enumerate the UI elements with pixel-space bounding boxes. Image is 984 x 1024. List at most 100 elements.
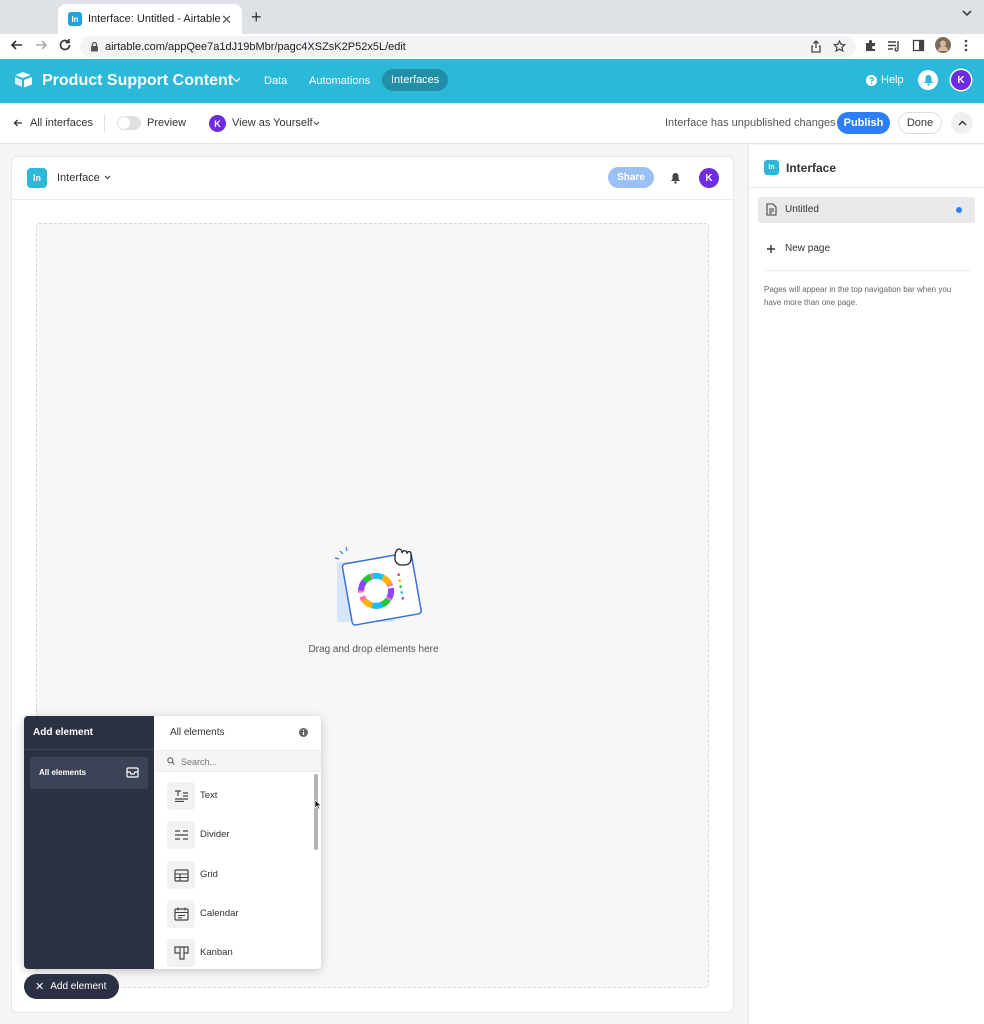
close-tab-icon[interactable]: ✕ bbox=[221, 12, 232, 28]
element-list-title: All elements bbox=[170, 727, 225, 738]
divider bbox=[764, 270, 970, 271]
bell-icon[interactable] bbox=[670, 172, 681, 184]
browser-menu-icon[interactable] bbox=[964, 39, 968, 52]
publish-button[interactable]: Publish bbox=[837, 112, 890, 134]
divider-icon bbox=[167, 821, 195, 849]
view-as-avatar: K bbox=[209, 115, 226, 132]
add-element-panel: Add element All elements All elements Te… bbox=[24, 716, 321, 969]
tab-title: Interface: Untitled - Airtable bbox=[88, 13, 221, 25]
sidebar-page-untitled[interactable]: Untitled bbox=[758, 197, 975, 223]
toolbar-divider bbox=[104, 114, 105, 133]
editor-toolbar: All interfaces Preview K View as Yoursel… bbox=[0, 103, 984, 144]
browser-tab[interactable]: In Interface: Untitled - Airtable ✕ bbox=[58, 4, 242, 34]
airtable-favicon: In bbox=[68, 12, 82, 26]
bookmark-star-icon[interactable] bbox=[833, 40, 846, 53]
collapse-button[interactable] bbox=[951, 112, 973, 134]
drop-zone-hint: Drag and drop elements here bbox=[308, 644, 439, 655]
extensions-icon[interactable] bbox=[864, 39, 877, 52]
sidebar-page-label: Untitled bbox=[785, 204, 819, 215]
new-page-button[interactable]: New page bbox=[766, 243, 830, 254]
base-name[interactable]: Product Support Content bbox=[42, 72, 233, 90]
all-interfaces-link[interactable]: All interfaces bbox=[30, 117, 93, 129]
page-title[interactable]: Interface bbox=[57, 172, 100, 184]
unpublished-status: Interface has unpublished changes bbox=[665, 117, 836, 129]
sidebar-help-text: Pages will appear in the top navigation … bbox=[764, 285, 952, 307]
new-tab-icon[interactable]: + bbox=[251, 7, 262, 28]
airtable-logo-icon[interactable] bbox=[14, 71, 34, 89]
interface-badge: In bbox=[27, 168, 47, 188]
bell-icon bbox=[923, 75, 933, 86]
done-button[interactable]: Done bbox=[898, 112, 942, 134]
search-icon bbox=[167, 757, 175, 765]
new-page-label: New page bbox=[785, 243, 831, 254]
divider bbox=[24, 749, 154, 750]
browser-tabstrip: In Interface: Untitled - Airtable ✕ + bbox=[0, 0, 984, 34]
app-header: Product Support Content Data Automations… bbox=[0, 59, 984, 103]
chevron-down-icon[interactable] bbox=[962, 9, 972, 17]
element-label: Kanban bbox=[200, 947, 233, 958]
category-label: All elements bbox=[39, 768, 87, 777]
close-icon: ✕ bbox=[35, 981, 45, 993]
kanban-icon bbox=[167, 939, 195, 967]
lock-icon bbox=[90, 41, 99, 52]
element-label: Grid bbox=[200, 869, 218, 880]
element-label: Calendar bbox=[200, 908, 239, 919]
nav-automations[interactable]: Automations bbox=[309, 75, 370, 87]
page-avatar[interactable]: K bbox=[699, 168, 719, 188]
element-grid[interactable]: Grid bbox=[155, 856, 315, 894]
element-kanban[interactable]: Kanban bbox=[155, 934, 315, 969]
calendar-icon bbox=[167, 900, 195, 928]
add-element-toggle-button[interactable]: ✕ Add element bbox=[24, 974, 119, 999]
notifications-button[interactable] bbox=[918, 70, 938, 90]
profile-avatar-icon[interactable] bbox=[935, 37, 951, 53]
back-arrow-icon[interactable] bbox=[13, 118, 23, 128]
divider bbox=[749, 187, 984, 188]
browser-address-bar: airtable.com/appQee7a1dJ19bMbr/pagc4XSZs… bbox=[0, 34, 984, 59]
element-divider[interactable]: Divider bbox=[155, 816, 315, 854]
drag-drop-illustration bbox=[333, 542, 427, 638]
chevron-up-icon bbox=[958, 120, 966, 126]
chevron-down-icon[interactable] bbox=[313, 121, 320, 126]
panel-title: Add element bbox=[33, 727, 94, 738]
text-icon bbox=[167, 782, 195, 810]
share-page-icon[interactable] bbox=[810, 40, 822, 53]
unpublished-dot bbox=[956, 207, 962, 213]
add-element-label: Add element bbox=[50, 981, 107, 992]
info-icon[interactable] bbox=[299, 728, 308, 737]
element-calendar[interactable]: Calendar bbox=[155, 895, 315, 933]
reading-list-icon[interactable] bbox=[887, 39, 901, 52]
category-all-elements[interactable]: All elements bbox=[30, 757, 148, 789]
view-as-dropdown[interactable]: View as Yourself bbox=[232, 117, 313, 129]
pages-sidebar: In Interface Untitled New page Pages wil… bbox=[748, 145, 984, 1024]
page-icon bbox=[766, 203, 777, 216]
url-text: airtable.com/appQee7a1dJ19bMbr/pagc4XSZs… bbox=[105, 40, 406, 53]
preview-toggle[interactable] bbox=[117, 116, 141, 130]
element-label: Text bbox=[200, 790, 218, 801]
side-panel-icon[interactable] bbox=[912, 39, 925, 52]
mouse-cursor-icon bbox=[314, 799, 321, 810]
inbox-icon bbox=[126, 767, 139, 778]
chevron-down-icon[interactable] bbox=[104, 175, 111, 180]
element-list-scrollbar[interactable] bbox=[314, 774, 318, 850]
url-bar[interactable]: airtable.com/appQee7a1dJ19bMbr/pagc4XSZs… bbox=[80, 36, 856, 57]
search-input[interactable] bbox=[181, 754, 311, 769]
forward-icon[interactable] bbox=[34, 38, 48, 52]
element-label: Divider bbox=[200, 829, 230, 840]
help-label: Help bbox=[881, 74, 904, 86]
back-icon[interactable] bbox=[10, 38, 24, 52]
nav-interfaces[interactable]: Interfaces bbox=[382, 69, 449, 91]
element-search bbox=[155, 750, 321, 772]
nav-data[interactable]: Data bbox=[264, 75, 287, 87]
interface-badge: In bbox=[764, 160, 779, 175]
reload-icon[interactable] bbox=[58, 38, 72, 52]
account-avatar[interactable]: K bbox=[951, 70, 971, 90]
grid-icon bbox=[167, 861, 195, 889]
preview-label: Preview bbox=[147, 117, 187, 129]
help-icon bbox=[866, 74, 877, 86]
help-button[interactable]: Help bbox=[866, 74, 904, 86]
element-text[interactable]: Text bbox=[155, 777, 315, 815]
sidebar-title: Interface bbox=[786, 161, 837, 175]
share-button[interactable]: Share bbox=[608, 167, 654, 188]
element-categories: Add element All elements bbox=[24, 716, 154, 969]
chevron-down-icon[interactable] bbox=[232, 77, 241, 83]
